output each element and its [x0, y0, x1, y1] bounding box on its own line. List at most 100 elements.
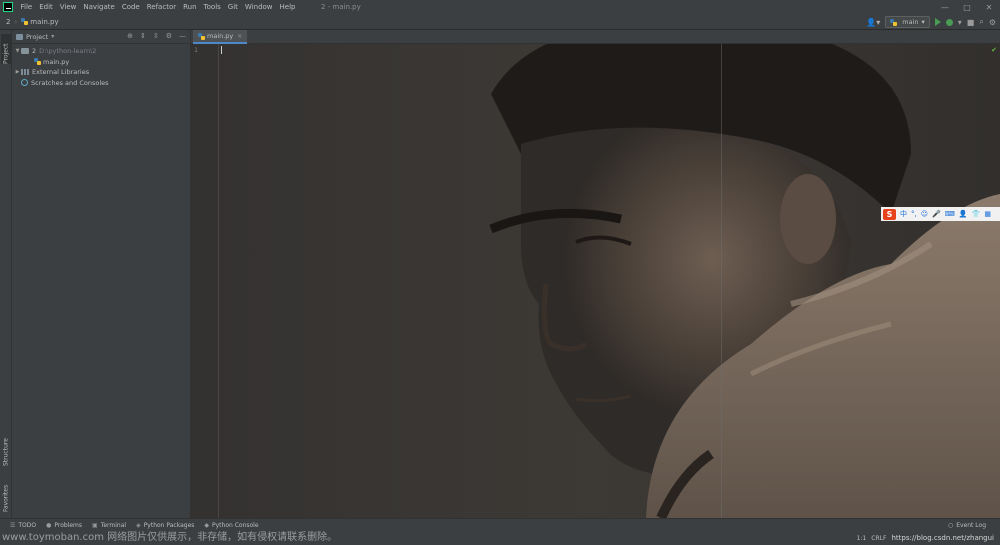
menu-view[interactable]: View — [56, 0, 80, 14]
packages-icon: ◈ — [136, 521, 141, 529]
ime-voice-icon[interactable]: 🎤 — [932, 210, 941, 218]
python-file-icon — [34, 58, 41, 66]
search-everywhere-icon[interactable]: ⌕ — [979, 17, 983, 27]
settings-icon[interactable]: ⚙ — [989, 18, 996, 27]
hide-icon[interactable]: — — [179, 32, 186, 40]
python-config-icon — [890, 18, 898, 26]
tool-terminal[interactable]: ▣ Terminal — [92, 522, 126, 529]
pycharm-logo-icon — [3, 2, 13, 12]
menu-edit[interactable]: Edit — [36, 0, 57, 14]
tool-python-console[interactable]: ◆ Python Console — [204, 522, 258, 529]
menu-window[interactable]: Window — [241, 0, 276, 14]
editor-tab-bar: main.py ✕ — [191, 30, 1000, 44]
tool-todo-label: TODO — [18, 521, 37, 529]
tree-row-root[interactable]: ▼ 2 D:\python-learn\2 — [12, 46, 190, 57]
project-tree: ▼ 2 D:\python-learn\2 main.py ▶ External… — [12, 44, 190, 88]
debug-icon[interactable] — [945, 18, 953, 26]
editor-tab-label: main.py — [207, 32, 234, 40]
menu-code[interactable]: Code — [118, 0, 143, 14]
tree-row-scratches[interactable]: Scratches and Consoles — [12, 78, 190, 89]
menu-file[interactable]: File — [17, 0, 36, 14]
navigation-bar: 2 › main.py 👤▾ main ▾ ▾ ■ ⌕ ⚙ — [0, 14, 1000, 30]
ime-toolbar: S 中 °, ☺ 🎤 ⌨ 👤 👕 ▦ — [881, 207, 1000, 221]
stop-icon[interactable]: ■ — [967, 18, 975, 27]
menu-tools[interactable]: Tools — [200, 0, 224, 14]
collapse-all-icon[interactable]: ⇳ — [153, 32, 159, 40]
gear-icon[interactable]: ⚙ — [166, 32, 172, 40]
minimize-button[interactable]: — — [934, 0, 956, 14]
tab-structure[interactable]: Structure — [1, 430, 11, 466]
tool-terminal-label: Terminal — [100, 521, 127, 529]
breadcrumb-file[interactable]: main.py — [30, 18, 58, 26]
menu-navigate[interactable]: Navigate — [80, 0, 118, 14]
python-file-icon — [198, 32, 205, 40]
menu-git[interactable]: Git — [224, 0, 241, 14]
ime-emoji-icon[interactable]: ☺ — [921, 210, 928, 218]
close-window-button[interactable]: ✕ — [978, 0, 1000, 14]
tab-favorites[interactable]: Favorites — [1, 474, 11, 512]
watermark-text: www.toymoban.com 网络图片仅供展示，非存储，如有侵权请联系删除。 — [2, 532, 338, 543]
tab-project-label: Project — [2, 43, 10, 64]
run-icon[interactable] — [934, 18, 941, 26]
menu-help[interactable]: Help — [276, 0, 299, 14]
ime-punctuation-icon[interactable]: °, — [911, 210, 917, 218]
ime-language-toggle[interactable]: 中 — [900, 209, 907, 219]
editor-background-image — [191, 44, 1000, 518]
tool-python-console-label: Python Console — [212, 521, 259, 529]
account-icon[interactable]: 👤▾ — [866, 18, 880, 27]
breadcrumb-project[interactable]: 2 — [6, 18, 10, 26]
folder-icon — [21, 48, 29, 55]
tree-file-name: main.py — [43, 57, 70, 66]
tab-project[interactable]: Project — [1, 34, 11, 64]
maximize-button[interactable]: □ — [956, 0, 978, 14]
menu-run[interactable]: Run — [180, 0, 200, 14]
chevron-down-icon[interactable]: ▼ — [14, 48, 21, 54]
chevron-down-icon[interactable]: ▾ — [51, 33, 54, 40]
tree-external-libraries: External Libraries — [32, 68, 90, 77]
chevron-right-icon[interactable]: ▶ — [14, 69, 21, 75]
tool-python-packages[interactable]: ◈ Python Packages — [136, 522, 194, 529]
tree-root-path: D:\python-learn\2 — [39, 47, 97, 56]
terminal-icon: ▣ — [92, 521, 98, 529]
project-pane-tools: ⊕ ⇕ ⇳ ⚙ — — [127, 32, 186, 40]
project-pane-title[interactable]: Project — [26, 33, 48, 41]
expand-all-icon[interactable]: ⇕ — [140, 32, 146, 40]
menu-refactor[interactable]: Refactor — [143, 0, 179, 14]
text-caret — [221, 46, 222, 54]
run-config-selector[interactable]: main ▾ — [885, 16, 930, 28]
tool-python-packages-label: Python Packages — [143, 521, 195, 529]
ime-keyboard-icon[interactable]: ⌨ — [945, 210, 955, 218]
line-number: 1 — [194, 46, 198, 54]
tree-scratches: Scratches and Consoles — [31, 78, 109, 87]
status-right: 1:1 CRLF https://blog.csdn.net/zhangui — [857, 531, 994, 545]
tool-problems[interactable]: ● Problems — [46, 522, 82, 529]
tree-root-name: 2 — [32, 47, 37, 56]
run-config-label: main — [902, 18, 919, 26]
close-icon[interactable]: ✕ — [237, 33, 242, 40]
window-title: 2 - main.py — [321, 3, 361, 11]
python-file-icon — [21, 18, 29, 25]
tool-window-bar: ☰ TODO ● Problems ▣ Terminal ◈ Python Pa… — [0, 518, 1000, 531]
tool-todo[interactable]: ☰ TODO — [10, 522, 36, 529]
ime-user-icon[interactable]: 👤 — [959, 210, 968, 218]
folder-icon — [16, 33, 23, 40]
breadcrumb: 2 › main.py — [6, 18, 59, 26]
more-run-options-icon[interactable]: ▾ — [958, 18, 962, 27]
editor-tab-main-py[interactable]: main.py ✕ — [193, 30, 248, 44]
left-tool-strip: Project Structure Favorites — [0, 30, 12, 518]
inspection-ok-icon[interactable]: ✔ — [991, 46, 997, 54]
status-bar: www.toymoban.com 网络图片仅供展示，非存储，如有侵权请联系删除。… — [0, 531, 1000, 545]
tree-row-external-libraries[interactable]: ▶ External Libraries — [12, 67, 190, 78]
project-pane-header: Project ▾ ⊕ ⇕ ⇳ ⚙ — — [12, 30, 190, 44]
code-editor[interactable]: 1 ✔ — [191, 44, 1000, 518]
line-separator[interactable]: CRLF — [871, 535, 886, 542]
caret-position[interactable]: 1:1 — [857, 535, 867, 542]
ime-skin-icon[interactable]: 👕 — [972, 210, 981, 218]
locate-icon[interactable]: ⊕ — [127, 32, 133, 40]
window-controls: — □ ✕ — [934, 0, 1000, 14]
ime-menu-icon[interactable]: ▦ — [984, 210, 991, 218]
tree-row-main-py[interactable]: main.py — [12, 57, 190, 68]
sogou-logo-icon[interactable]: S — [883, 208, 896, 220]
csdn-watermark: https://blog.csdn.net/zhangui — [891, 534, 994, 542]
event-log-icon: ○ — [947, 522, 954, 529]
